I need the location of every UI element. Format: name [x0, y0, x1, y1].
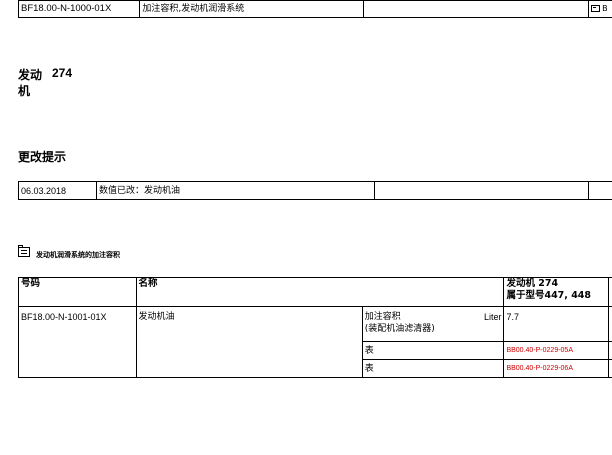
change-notes-heading: 更改提示 [18, 150, 67, 164]
row-table-label-2: 表 [361, 359, 505, 378]
engine-header-line1: 发动机 274 [506, 278, 559, 289]
row-extra-cell [608, 341, 612, 360]
reference-link-icon [591, 5, 601, 12]
row-table-label-1: 表 [361, 341, 505, 360]
row-table-ref-cell-2[interactable]: BB00.40-P-0229-06A [503, 359, 609, 378]
row-name: 发动机油 [135, 306, 363, 378]
change-empty-cell-2 [588, 181, 612, 200]
row-code: BF18.00-N-1001-01X [18, 306, 137, 378]
table-row: BF18.00-N-1001-01X 发动机油 加注容积 Liter (装配机油… [18, 306, 612, 378]
table-reference-link-2[interactable]: BB00.40-P-0229-06A [506, 365, 573, 372]
change-note: 数值已改：发动机油 [96, 181, 375, 200]
row-extra-cell [608, 359, 612, 378]
fill-capacity-heading: 发动机润滑系统的加注容积 [36, 251, 120, 259]
row-extra-cell [608, 306, 612, 342]
header-empty-cell [362, 0, 590, 18]
table-header-row: 号码 名称 发动机 274 属于型号447, 448 [18, 277, 612, 307]
row-capacity-note: (装配机油滤清器) [364, 324, 435, 334]
engine-number: 274 [52, 66, 73, 80]
column-header-engine: 发动机 274 属于型号447, 448 [503, 277, 609, 307]
engine-title-line2: 机 [18, 84, 31, 98]
row-unit: Liter [483, 312, 502, 322]
row-capacity-label-cell: 加注容积 Liter (装配机油滤清器) [361, 306, 505, 342]
document-code: BF18.00-N-1000-01X [17, 0, 141, 18]
document-title: 加注容积,发动机润滑系统 [139, 0, 364, 18]
change-notes-table: 06.03.2018 数值已改：发动机油 [18, 181, 612, 200]
fill-capacity-table: 号码 名称 发动机 274 属于型号447, 448 BF18.00-N-100… [18, 277, 612, 378]
header-reference-mark: B [602, 4, 608, 13]
row-table-ref-cell-1[interactable]: BB00.40-P-0229-05A [503, 341, 609, 360]
document-list-icon [18, 245, 30, 257]
column-header-name: 名称 [135, 277, 505, 307]
row-value: 7.7 [503, 306, 609, 342]
column-header-extra [608, 277, 612, 307]
change-empty-cell [374, 181, 589, 200]
document-header: BF18.00-N-1000-01X 加注容积,发动机润滑系统 B [17, 0, 612, 18]
row-capacity-label: 加注容积 [364, 312, 401, 322]
header-reference-cell[interactable]: B [588, 0, 612, 18]
engine-header-line2: 属于型号447, 448 [506, 290, 592, 301]
engine-title-line1: 发动 [18, 68, 43, 82]
table-reference-link-1[interactable]: BB00.40-P-0229-05A [506, 347, 573, 354]
column-header-code: 号码 [18, 277, 137, 307]
change-date: 06.03.2018 [18, 181, 97, 200]
